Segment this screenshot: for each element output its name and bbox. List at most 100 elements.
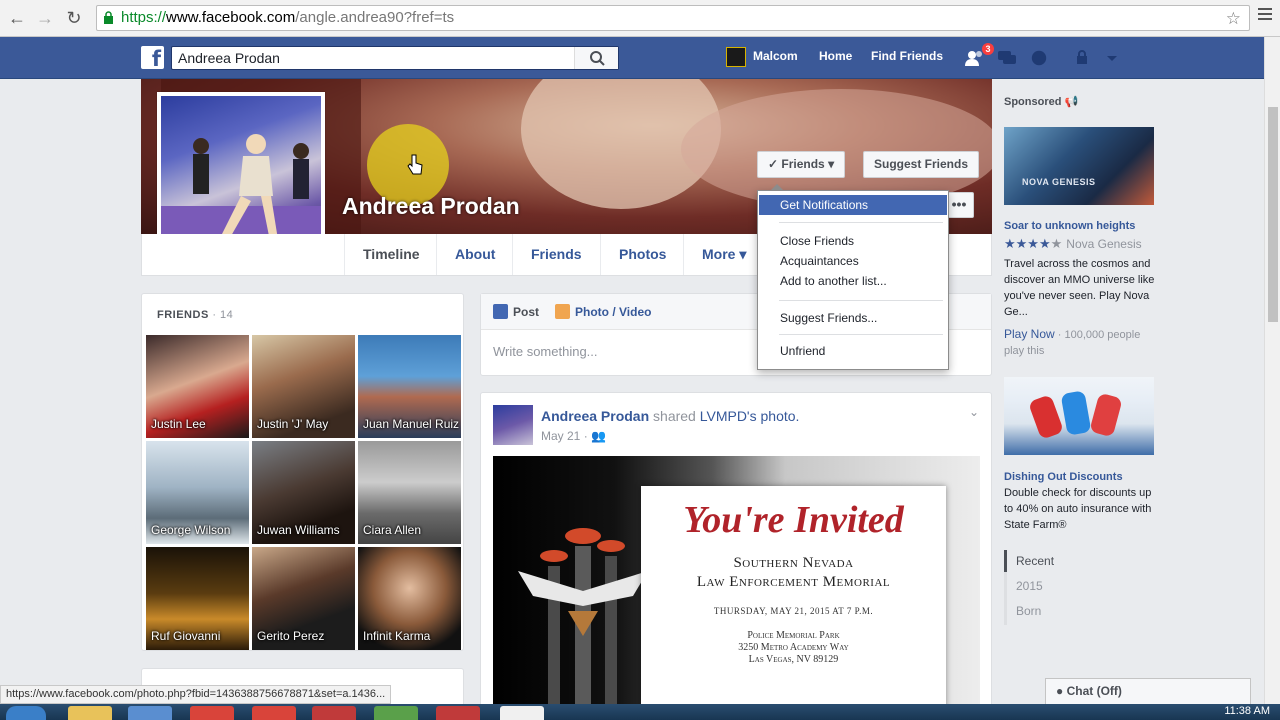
invitation-place2: 3250 Metro Academy Way <box>738 642 849 653</box>
find-friends-link[interactable]: Find Friends <box>871 49 943 63</box>
composer-tab-photo-video[interactable]: Photo / Video <box>555 304 651 319</box>
composer-tab-post[interactable]: Post <box>493 304 539 319</box>
friends-button[interactable]: ✓ Friends ▾ <box>757 151 846 178</box>
chrome-icon[interactable] <box>252 706 296 720</box>
search-value: Andreea Prodan <box>178 50 280 66</box>
taskbar-app-icon[interactable] <box>500 706 544 720</box>
globe-notifications-icon[interactable] <box>1029 49 1049 67</box>
friends-audience-icon: 👥 <box>591 429 606 443</box>
tab-friends[interactable]: Friends <box>512 234 600 275</box>
chat-bar[interactable]: ● Chat (Off) <box>1045 678 1251 704</box>
taskbar-app-icon[interactable] <box>128 706 172 720</box>
year-born[interactable]: Born <box>1016 604 1041 618</box>
friend-tile[interactable]: Juan Manuel Ruiz <box>358 335 461 438</box>
friend-tile[interactable]: Juwan Williams <box>252 441 355 544</box>
friend-tile[interactable]: Infinit Karma <box>358 547 461 650</box>
browser-menu-icon[interactable] <box>1258 8 1272 23</box>
friend-tile[interactable]: Ruf Giovanni <box>146 547 249 650</box>
post-image[interactable]: You're Invited Southern Nevada Law Enforc… <box>493 456 980 711</box>
tab-more[interactable]: More ▾ <box>683 234 764 275</box>
account-menu-chevron-icon[interactable] <box>1102 49 1122 67</box>
suggest-friends-button[interactable]: Suggest Friends <box>863 151 980 178</box>
invitation-date: THURSDAY, MAY 21, 2015 AT 7 P.M. <box>713 606 874 616</box>
menu-item-acquaintances[interactable]: Acquaintances <box>759 251 947 271</box>
friend-requests-icon[interactable] <box>964 49 984 67</box>
timeline-post: Andreea Prodan shared LVMPD's photo. May… <box>480 392 992 712</box>
taskbar-app-icon[interactable] <box>436 706 480 720</box>
year-2015[interactable]: 2015 <box>1016 579 1043 593</box>
chrome-icon[interactable] <box>190 706 234 720</box>
status-bar-url: https://www.facebook.com/photo.php?fbid=… <box>0 685 392 704</box>
year-recent[interactable]: Recent <box>1016 554 1054 568</box>
post-options-chevron-icon[interactable]: ⌄ <box>969 405 979 419</box>
scrollbar-thumb[interactable] <box>1268 107 1278 322</box>
search-button[interactable] <box>574 47 618 69</box>
file-explorer-icon[interactable] <box>68 706 112 720</box>
post-date[interactable]: May 21 · 👥 <box>541 429 606 443</box>
tab-about[interactable]: About <box>436 234 513 275</box>
ad-title[interactable]: Soar to unknown heights <box>1004 220 1135 232</box>
home-link[interactable]: Home <box>819 49 852 63</box>
friends-box: FRIENDS · 14 Justin Lee Justin 'J' May J… <box>141 293 464 651</box>
taskbar-app-icon[interactable] <box>374 706 418 720</box>
menu-item-unfriend[interactable]: Unfriend <box>759 341 947 361</box>
ad-image-nova-genesis[interactable]: NOVA GENESIS <box>1004 127 1154 205</box>
chat-label: Chat (Off) <box>1066 684 1122 698</box>
profile-name[interactable]: Andreea Prodan <box>342 193 520 220</box>
friend-tile[interactable]: Justin Lee <box>146 335 249 438</box>
friend-name: Ruf Giovanni <box>151 629 221 643</box>
messages-icon[interactable] <box>997 49 1017 67</box>
memorial-statue-image <box>518 528 648 711</box>
ad-image-popsicles[interactable] <box>1004 377 1154 455</box>
post-shared-link[interactable]: LVMPD's photo. <box>700 408 800 424</box>
taskbar-app-icon[interactable] <box>312 706 356 720</box>
composer-input[interactable]: Write something... <box>493 344 598 359</box>
friend-tile[interactable]: Ciara Allen <box>358 441 461 544</box>
reload-icon[interactable]: ↻ <box>63 7 85 29</box>
url-domain: www.facebook.com <box>166 9 296 26</box>
user-avatar[interactable] <box>726 47 746 67</box>
invitation-card: You're Invited Southern Nevada Law Enforc… <box>641 486 946 711</box>
tab-timeline[interactable]: Timeline <box>344 234 438 275</box>
invitation-place3: Las Vegas, NV 89129 <box>748 654 839 665</box>
bookmark-star-icon[interactable]: ☆ <box>1226 7 1241 31</box>
back-icon[interactable]: ← <box>6 7 28 29</box>
play-now-link[interactable]: Play Now <box>1004 327 1055 341</box>
tab-photos[interactable]: Photos <box>600 234 684 275</box>
address-bar[interactable]: https://www.facebook.com/angle.andrea90?… <box>96 5 1250 31</box>
menu-item-add-to-list[interactable]: Add to another list... <box>759 271 947 291</box>
post-date-text: May 21 <box>541 429 581 443</box>
post-header: Andreea Prodan shared LVMPD's photo. <box>541 408 799 424</box>
start-button-icon[interactable] <box>6 706 46 720</box>
invitation-place: Police Memorial Park 3250 Metro Academy W… <box>641 630 946 666</box>
privacy-shortcuts-icon[interactable] <box>1074 49 1094 67</box>
ad-title[interactable]: Dishing Out Discounts <box>1004 471 1123 483</box>
ad-cta-line: Play Now · 100,000 people play this <box>1004 326 1154 359</box>
post-author-link[interactable]: Andreea Prodan <box>541 408 649 424</box>
friends-button-label: Friends <box>781 157 825 171</box>
url-scheme: https:// <box>121 9 167 26</box>
post-author-avatar[interactable] <box>493 405 533 445</box>
friends-box-title[interactable]: FRIENDS · 14 <box>157 309 233 321</box>
timeline-year-nav: Recent 2015 Born <box>1004 550 1154 625</box>
friend-tile[interactable]: Justin 'J' May <box>252 335 355 438</box>
megaphone-icon: 📢 <box>1064 96 1079 108</box>
post-date-separator: · <box>580 429 592 443</box>
photo-icon <box>555 304 570 319</box>
hand-cursor-icon <box>407 154 423 175</box>
facebook-logo-icon[interactable]: f <box>141 46 164 71</box>
menu-item-close-friends[interactable]: Close Friends <box>759 231 947 251</box>
friend-tile[interactable]: George Wilson <box>146 441 249 544</box>
menu-item-suggest-friends[interactable]: Suggest Friends... <box>759 308 947 328</box>
search-input[interactable]: Andreea Prodan <box>171 46 619 70</box>
invitation-title: You're Invited <box>683 499 904 541</box>
tab-more-label: More <box>702 246 736 262</box>
friend-name: Juwan Williams <box>257 523 340 537</box>
user-name-link[interactable]: Malcom <box>753 49 798 63</box>
search-icon <box>590 51 605 66</box>
menu-item-get-notifications[interactable]: Get Notifications <box>759 195 947 215</box>
friend-tile[interactable]: Gerito Perez <box>252 547 355 650</box>
forward-icon[interactable]: → <box>34 7 56 29</box>
sponsored-heading: Sponsored 📢 <box>1004 95 1078 108</box>
page-scrollbar[interactable] <box>1264 37 1280 704</box>
